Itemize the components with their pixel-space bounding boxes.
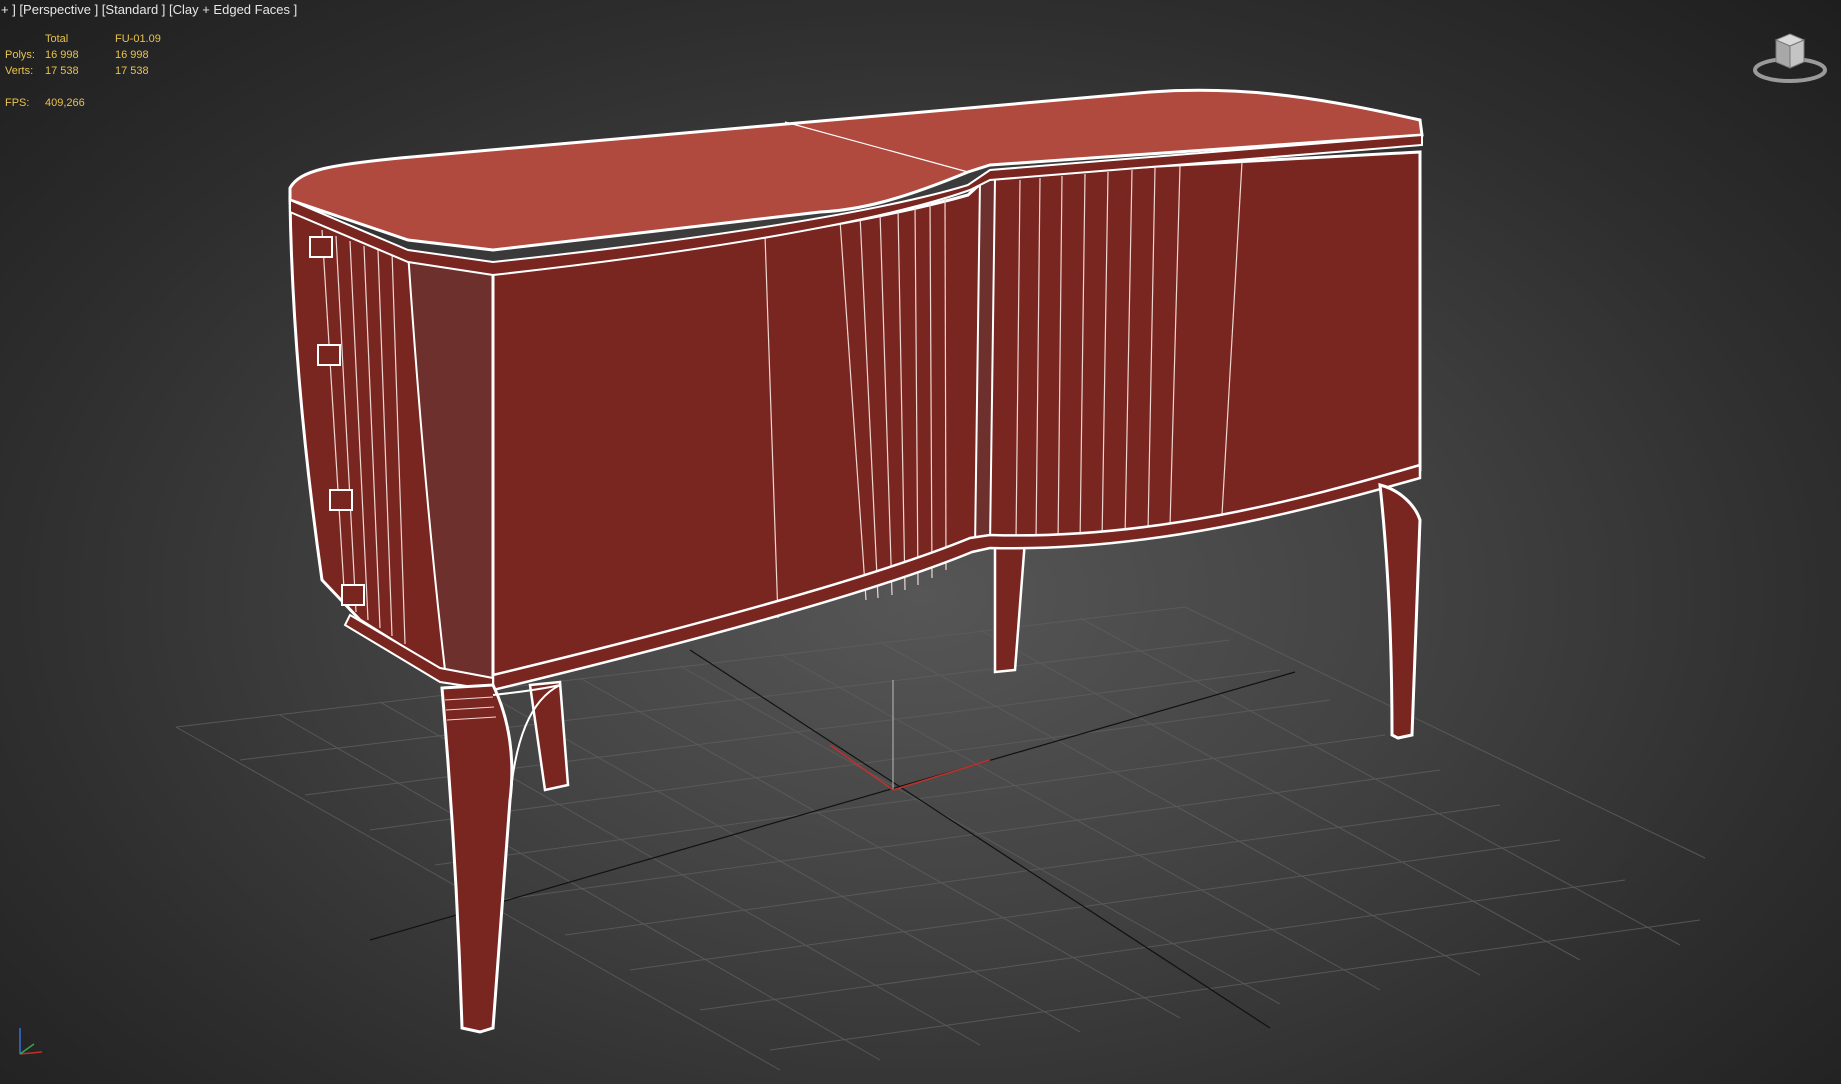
stats-verts-total: 17 538 — [45, 65, 79, 77]
stats-polys-object: 16 998 — [115, 49, 149, 61]
stats-polys-total: 16 998 — [45, 49, 79, 61]
back-left-leg — [528, 680, 570, 792]
home-grid — [175, 606, 1706, 1071]
pivot-gizmo — [829, 680, 991, 791]
stats-fps-label: FPS: — [5, 97, 30, 109]
front-right-leg — [1378, 483, 1422, 740]
stats-object-header: FU-01.09 — [115, 33, 161, 45]
perspective-viewport[interactable]: + ] [Perspective ] [Standard ] [Clay + E… — [0, 0, 1841, 1084]
stats-polys-label: Polys: — [5, 49, 35, 61]
viewport-label[interactable]: + ] [Perspective ] [Standard ] [Clay + E… — [1, 2, 297, 17]
stats-total-header: Total — [45, 33, 69, 45]
stats-verts-object: 17 538 — [115, 65, 149, 77]
stats-verts-label: Verts: — [5, 65, 34, 77]
scene-canvas[interactable] — [0, 0, 1841, 1084]
axis-tripod-icon — [8, 1022, 48, 1062]
stats-fps-value: 409,266 — [45, 97, 85, 109]
viewcube-icon[interactable] — [1752, 28, 1828, 86]
cabinet-side-face — [288, 197, 495, 684]
